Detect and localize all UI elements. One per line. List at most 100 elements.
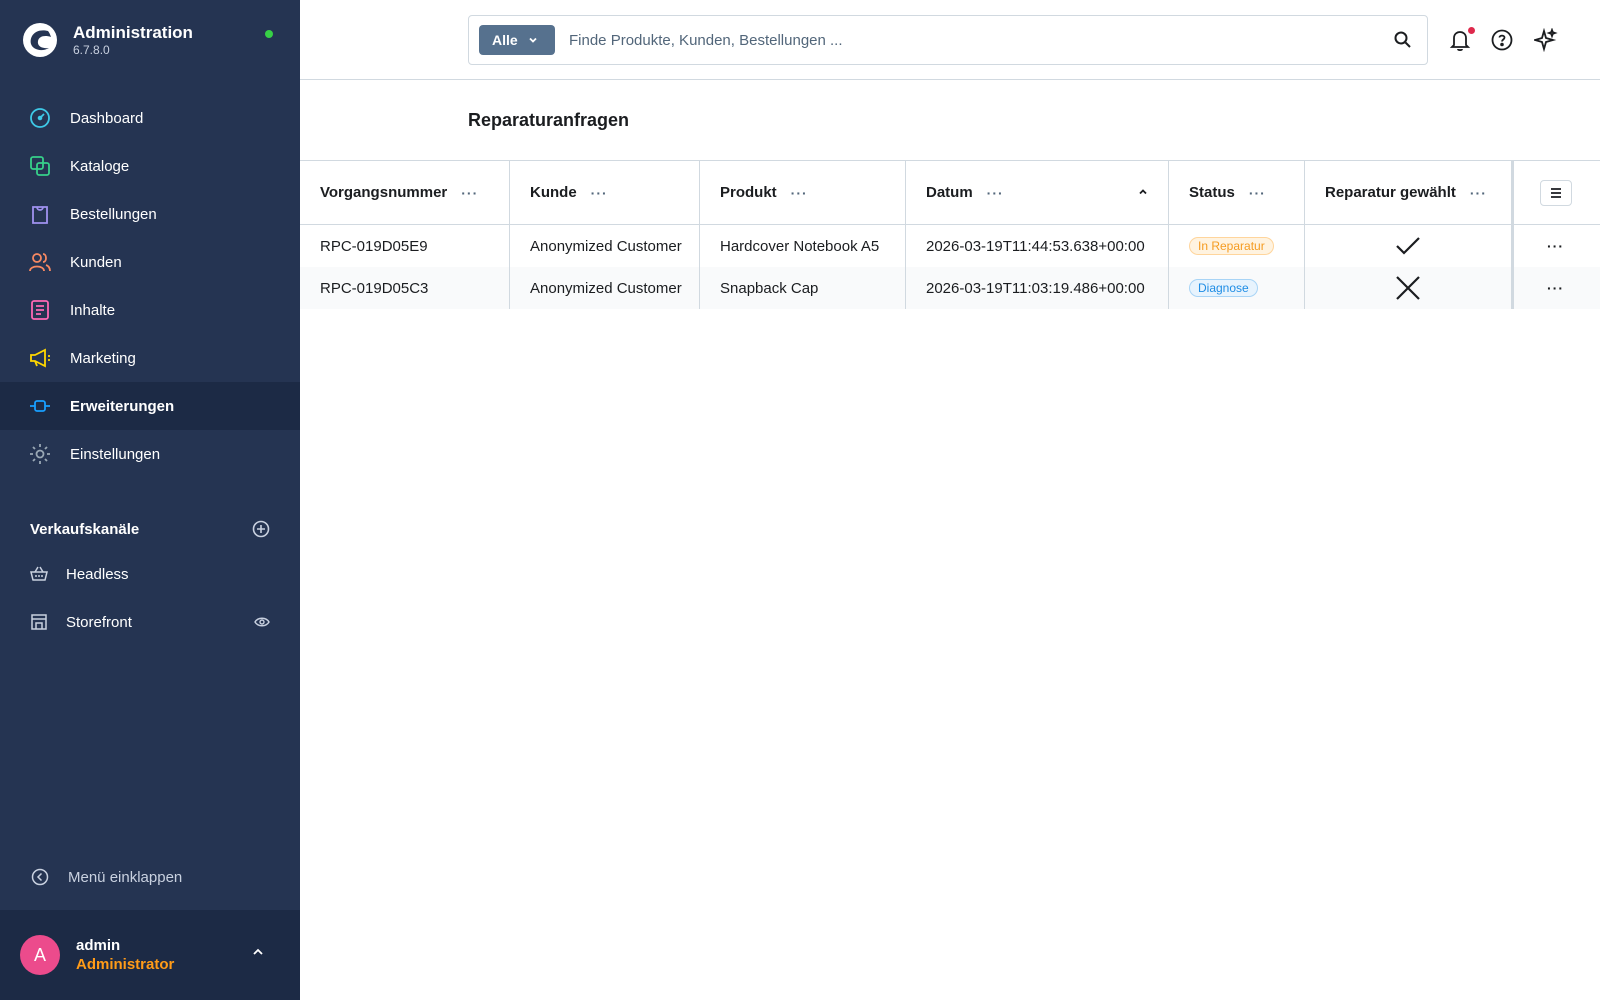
row-actions-cell: ··· — [1511, 225, 1600, 267]
sidebar-item-marketing[interactable]: Marketing — [0, 334, 300, 382]
column-header-vorgangsnummer[interactable]: Vorgangsnummer ··· — [300, 161, 510, 224]
sidebar-item-kunden[interactable]: Kunden — [0, 238, 300, 286]
grid-settings-button[interactable] — [1539, 179, 1572, 206]
column-header-kunde[interactable]: Kunde ··· — [510, 161, 700, 224]
sales-channel-list: Headless Storefront — [0, 550, 300, 646]
chevron-down-icon — [529, 37, 537, 43]
sidebar-item-label: Marketing — [70, 349, 136, 367]
channel-label: Storefront — [66, 613, 132, 631]
global-search: Alle — [468, 15, 1428, 65]
add-channel-icon[interactable] — [252, 520, 270, 538]
sidebar-item-label: Einstellungen — [70, 445, 161, 463]
cell-number: RPC-019D05C3 — [300, 267, 510, 309]
column-label: Reparatur gewählt — [1325, 184, 1456, 201]
sparkle-icon[interactable] — [1534, 28, 1558, 52]
column-header-reparatur-gewaehlt[interactable]: Reparatur gewählt ··· — [1305, 161, 1511, 224]
column-label: Datum — [926, 184, 973, 201]
column-header-produkt[interactable]: Produkt ··· — [700, 161, 906, 224]
table-row[interactable]: RPC-019D05E9 Anonymized Customer Hardcov… — [300, 225, 1600, 267]
cell-repair-selected — [1305, 225, 1511, 267]
top-bar: Alle — [300, 0, 1600, 80]
megaphone-icon — [29, 347, 51, 369]
sidebar-item-label: Bestellungen — [70, 205, 157, 223]
sidebar-item-inhalte[interactable]: Inhalte — [0, 286, 300, 334]
column-header-datum[interactable]: Datum ··· — [906, 161, 1169, 224]
page-title: Reparaturanfragen — [468, 110, 630, 130]
column-menu-icon[interactable]: ··· — [591, 185, 608, 201]
channel-label: Headless — [66, 565, 129, 583]
search-type-label: Alle — [492, 32, 518, 48]
sidebar-item-bestellungen[interactable]: Bestellungen — [0, 190, 300, 238]
cell-status: In Reparatur — [1169, 225, 1305, 267]
sidebar-item-kataloge[interactable]: Kataloge — [0, 142, 300, 190]
column-menu-icon[interactable]: ··· — [1470, 185, 1487, 201]
brand[interactable]: Administration 6.7.8.0 — [22, 22, 193, 58]
catalog-icon — [29, 155, 51, 177]
shopping-bag-icon — [29, 203, 51, 225]
gear-icon — [29, 443, 51, 465]
cell-customer: Anonymized Customer — [510, 267, 700, 309]
column-menu-icon[interactable]: ··· — [791, 185, 808, 201]
checkmark-icon — [1396, 237, 1420, 255]
sidebar: Administration 6.7.8.0 Dashboard Katalog… — [0, 0, 300, 1000]
search-icon[interactable] — [1393, 30, 1413, 50]
chevron-left-circle-icon — [30, 866, 50, 888]
sales-channels-title: Verkaufskanäle — [30, 520, 140, 538]
column-menu-icon[interactable]: ··· — [987, 185, 1004, 201]
column-label: Vorgangsnummer — [320, 184, 448, 201]
column-menu-icon[interactable]: ··· — [1249, 185, 1266, 201]
row-actions-cell: ··· — [1511, 267, 1600, 309]
sales-channel-headless[interactable]: Headless — [0, 550, 300, 598]
search-input[interactable] — [569, 25, 1359, 55]
cell-status: Diagnose — [1169, 267, 1305, 309]
sales-channels-header: Verkaufskanäle — [30, 520, 270, 538]
app-version: 6.7.8.0 — [73, 43, 110, 57]
sidebar-item-label: Kunden — [70, 253, 122, 271]
plug-icon — [29, 395, 51, 417]
table-row[interactable]: RPC-019D05C3 Anonymized Customer Snapbac… — [300, 267, 1600, 309]
main-nav: Dashboard Kataloge Bestellungen Kunden I… — [0, 94, 300, 478]
cell-customer: Anonymized Customer — [510, 225, 700, 267]
column-menu-icon[interactable]: ··· — [461, 185, 478, 201]
basket-icon — [29, 563, 49, 585]
online-status-dot — [265, 30, 273, 38]
sidebar-item-dashboard[interactable]: Dashboard — [0, 94, 300, 142]
chevron-up-icon[interactable] — [252, 946, 264, 958]
user-name: admin — [76, 937, 121, 954]
sidebar-item-einstellungen[interactable]: Einstellungen — [0, 430, 300, 478]
users-icon — [29, 251, 51, 273]
cell-product: Hardcover Notebook A5 — [700, 225, 906, 267]
grid-header: Vorgangsnummer ··· Kunde ··· Produkt ···… — [300, 160, 1600, 225]
app-title: Administration — [73, 23, 193, 42]
column-label: Produkt — [720, 184, 777, 201]
collapse-menu-label: Menü einklappen — [68, 868, 183, 886]
help-icon[interactable] — [1490, 28, 1514, 52]
dashboard-icon — [29, 107, 51, 129]
sort-ascending-icon[interactable] — [1138, 187, 1148, 197]
collapse-menu-button[interactable]: Menü einklappen — [30, 866, 182, 888]
row-actions-icon[interactable]: ··· — [1547, 280, 1564, 296]
menu-lines-icon — [1550, 187, 1561, 198]
content-icon — [29, 299, 51, 321]
column-header-status[interactable]: Status ··· — [1169, 161, 1305, 224]
shopware-logo-icon — [23, 23, 57, 57]
search-type-dropdown[interactable]: Alle — [479, 25, 555, 55]
cell-date: 2026-03-19T11:03:19.486+00:00 — [906, 267, 1169, 309]
user-menu[interactable]: A admin Administrator — [0, 910, 300, 1000]
notification-dot — [1468, 27, 1475, 34]
repair-requests-grid: Vorgangsnummer ··· Kunde ··· Produkt ···… — [300, 160, 1600, 309]
status-badge: Diagnose — [1189, 279, 1258, 297]
sidebar-item-label: Kataloge — [70, 157, 130, 175]
storefront-icon — [29, 611, 49, 633]
column-label: Kunde — [530, 184, 577, 201]
cell-repair-selected — [1305, 267, 1511, 309]
sales-channel-storefront[interactable]: Storefront — [0, 598, 300, 646]
sidebar-item-erweiterungen[interactable]: Erweiterungen — [0, 382, 300, 430]
user-role: Administrator — [76, 956, 175, 973]
row-actions-icon[interactable]: ··· — [1547, 238, 1564, 254]
sidebar-item-label: Erweiterungen — [70, 397, 175, 415]
avatar: A — [20, 935, 60, 975]
sidebar-item-label: Inhalte — [70, 301, 116, 319]
grid-settings-cell — [1511, 161, 1600, 224]
eye-icon[interactable] — [254, 614, 270, 630]
